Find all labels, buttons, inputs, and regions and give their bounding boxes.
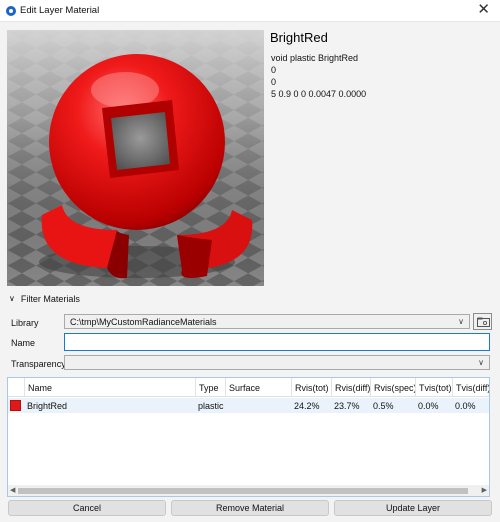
cell-name: BrightRed xyxy=(27,401,68,411)
scroll-left-icon[interactable]: ◀ xyxy=(10,486,15,494)
cell-rvis-tot: 24.2% xyxy=(294,401,320,411)
scrollbar-thumb[interactable] xyxy=(18,488,468,494)
transparency-select[interactable]: ∨ xyxy=(64,355,490,370)
column-header-type[interactable]: Type xyxy=(195,378,225,397)
update-layer-button[interactable]: Update Layer xyxy=(334,500,492,516)
table-row[interactable]: BrightRed plastic 24.2% 23.7% 0.5% 0.0% … xyxy=(8,398,489,413)
materials-table: Name Type Surface Rvis(tot) Rvis(diff) R… xyxy=(7,377,490,497)
window-title: Edit Layer Material xyxy=(20,5,100,16)
column-header-surface[interactable]: Surface xyxy=(225,378,291,397)
column-header-rvis-spec[interactable]: Rvis(spec) xyxy=(370,378,417,397)
cell-type: plastic xyxy=(198,401,224,411)
remove-material-button[interactable]: Remove Material xyxy=(171,500,329,516)
filter-materials-toggle[interactable]: ∨ Filter Materials xyxy=(9,294,80,304)
chevron-down-icon: ∨ xyxy=(458,317,464,326)
chevron-down-icon: ∨ xyxy=(478,358,484,367)
cell-overflow: 0 xyxy=(489,401,490,411)
column-header-rvis-diff[interactable]: Rvis(diff) xyxy=(331,378,370,397)
filter-materials-label: Filter Materials xyxy=(20,294,80,304)
table-header: Name Type Surface Rvis(tot) Rvis(diff) R… xyxy=(8,378,489,397)
cancel-button[interactable]: Cancel xyxy=(8,500,166,516)
app-logo-icon xyxy=(6,6,16,16)
definition-line: void plastic BrightRed xyxy=(271,53,359,63)
horizontal-scrollbar[interactable]: ◀ ▶ xyxy=(8,485,489,496)
transparency-label: Transparency xyxy=(11,359,66,369)
name-label: Name xyxy=(11,338,36,348)
library-select[interactable]: C:\tmp\MyCustomRadianceMaterials ∨ xyxy=(64,314,470,329)
material-definition: void plastic BrightRed 0 0 5 0.9 0 0 0.0… xyxy=(271,52,366,100)
column-header-name[interactable]: Name xyxy=(24,378,195,397)
column-header-rvis-tot[interactable]: Rvis(tot) xyxy=(291,378,331,397)
library-label: Library xyxy=(11,318,39,328)
title-bar: Edit Layer Material ✕ xyxy=(0,0,500,22)
folder-icon xyxy=(477,317,490,327)
name-filter-input[interactable] xyxy=(64,333,490,351)
material-color-swatch xyxy=(10,400,21,411)
chevron-down-icon: ∨ xyxy=(9,294,15,303)
column-header-tvis-diff[interactable]: Tvis(diff) xyxy=(452,378,489,397)
definition-line: 0 xyxy=(271,65,277,75)
cell-rvis-spec: 0.5% xyxy=(373,401,394,411)
material-name-heading: BrightRed xyxy=(270,30,328,45)
browse-library-button[interactable] xyxy=(473,313,492,330)
library-select-value: C:\tmp\MyCustomRadianceMaterials xyxy=(70,317,217,327)
definition-line: 0 xyxy=(271,77,277,87)
cell-rvis-diff: 23.7% xyxy=(334,401,360,411)
material-preview-image xyxy=(7,30,264,286)
column-header-tvis-tot[interactable]: Tvis(tot) xyxy=(415,378,452,397)
close-icon[interactable]: ✕ xyxy=(477,2,490,18)
scroll-right-icon[interactable]: ▶ xyxy=(482,486,487,494)
cell-tvis-tot: 0.0% xyxy=(418,401,439,411)
definition-line: 5 0.9 0 0 0.0047 0.0000 xyxy=(271,89,367,99)
cell-tvis-diff: 0.0% xyxy=(455,401,476,411)
